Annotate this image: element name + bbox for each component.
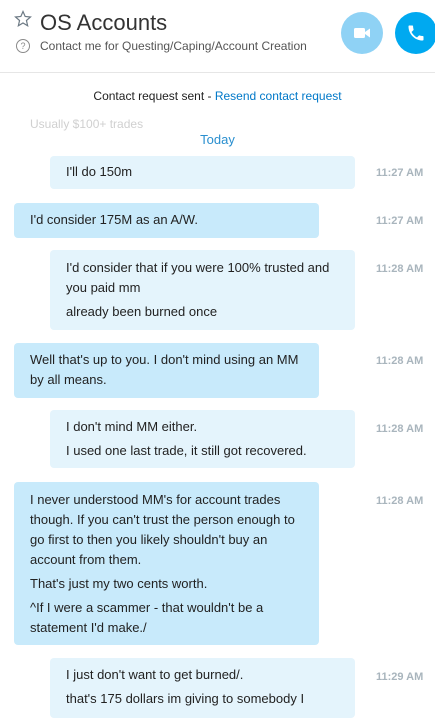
video-call-button[interactable] [341, 12, 383, 54]
message-timestamp: 11:28 AM [376, 495, 424, 507]
message-text: I'd consider that if you were 100% trust… [66, 260, 330, 295]
message-text: ^If I were a scammer - that wouldn't be … [30, 600, 264, 635]
faded-previous-message: Usually $100+ trades [30, 117, 144, 131]
message-text: I never understood MM's for account trad… [30, 492, 295, 567]
message-timestamp: 11:29 AM [376, 671, 424, 683]
message-bubble-outgoing: I'll do 150m [50, 156, 355, 189]
audio-call-button[interactable] [395, 12, 435, 54]
message-bubble-outgoing: I'd consider that if you were 100% trust… [50, 250, 355, 330]
message-bubble-outgoing: I just don't want to get burned/. that's… [50, 658, 355, 718]
message-timestamp: 11:28 AM [376, 355, 424, 367]
message-bubble-incoming: Well that's up to you. I don't mind usin… [14, 343, 319, 398]
message-text: I just don't want to get burned/. [66, 667, 244, 682]
message-timestamp: 11:27 AM [376, 215, 424, 227]
date-divider: Today [200, 132, 235, 147]
contact-request-status: Contact request sent - [93, 89, 215, 103]
message-bubble-incoming: I never understood MM's for account trad… [14, 482, 319, 645]
message-timestamp: 11:27 AM [376, 167, 424, 179]
mood-message-icon: ? [16, 39, 30, 53]
message-text: I'd consider 175M as an A/W. [30, 212, 198, 227]
message-text: that's 175 dollars im giving to somebody… [66, 691, 305, 706]
message-text: I used one last trade, it still got reco… [66, 443, 307, 458]
contact-name: OS Accounts [40, 10, 168, 35]
phone-icon [408, 25, 424, 41]
message-text: I'll do 150m [66, 164, 133, 179]
message-bubble-incoming: I'd consider 175M as an A/W. [14, 203, 319, 238]
contact-mood-message: Contact me for Questing/Caping/Account C… [40, 39, 307, 53]
message-bubble-outgoing: I don't mind MM either. I used one last … [50, 410, 355, 468]
message-text: Well that's up to you. I don't mind usin… [30, 352, 299, 387]
message-text: That's just my two cents worth. [30, 576, 208, 591]
conversation-header: OS Accounts ? Contact me for Questing/Ca… [0, 0, 435, 73]
message-timestamp: 11:28 AM [376, 423, 424, 435]
message-text: already been burned once [66, 304, 218, 319]
resend-contact-request-link[interactable]: Resend contact request [215, 89, 342, 103]
message-text: I don't mind MM either. [66, 419, 198, 434]
message-timestamp: 11:28 AM [376, 263, 424, 275]
favorite-star-icon[interactable] [14, 10, 32, 28]
contact-request-bar: Contact request sent - Resend contact re… [0, 73, 435, 117]
video-camera-icon [354, 28, 370, 38]
